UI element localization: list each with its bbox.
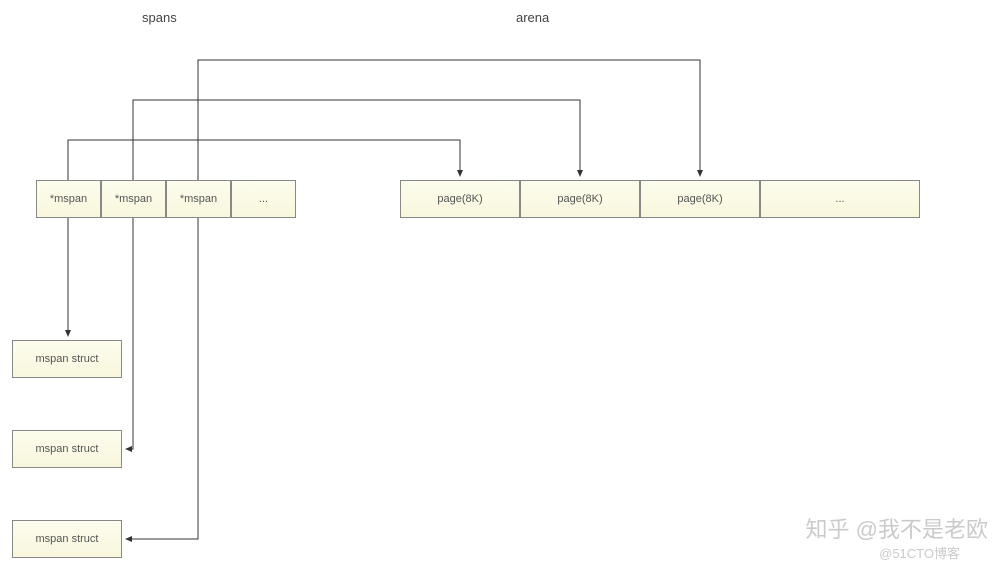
spans-cell-mspan-0: *mspan (36, 180, 101, 218)
arena-cell-page-2: page(8K) (640, 180, 760, 218)
mspan-struct-2: mspan struct (12, 520, 122, 558)
arena-heading: arena (516, 10, 549, 25)
arena-cell-page-0: page(8K) (400, 180, 520, 218)
watermark-zhihu: 知乎 @我不是老欧 (806, 512, 988, 544)
diagram-arrows (0, 0, 1000, 574)
watermark-51cto: @51CTO博客 (879, 543, 960, 562)
arena-cell-ellipsis: ... (760, 180, 920, 218)
arena-cell-page-1: page(8K) (520, 180, 640, 218)
spans-cell-mspan-1: *mspan (101, 180, 166, 218)
spans-cell-mspan-2: *mspan (166, 180, 231, 218)
spans-heading: spans (142, 10, 177, 25)
mspan-struct-1: mspan struct (12, 430, 122, 468)
spans-cell-ellipsis: ... (231, 180, 296, 218)
mspan-struct-0: mspan struct (12, 340, 122, 378)
